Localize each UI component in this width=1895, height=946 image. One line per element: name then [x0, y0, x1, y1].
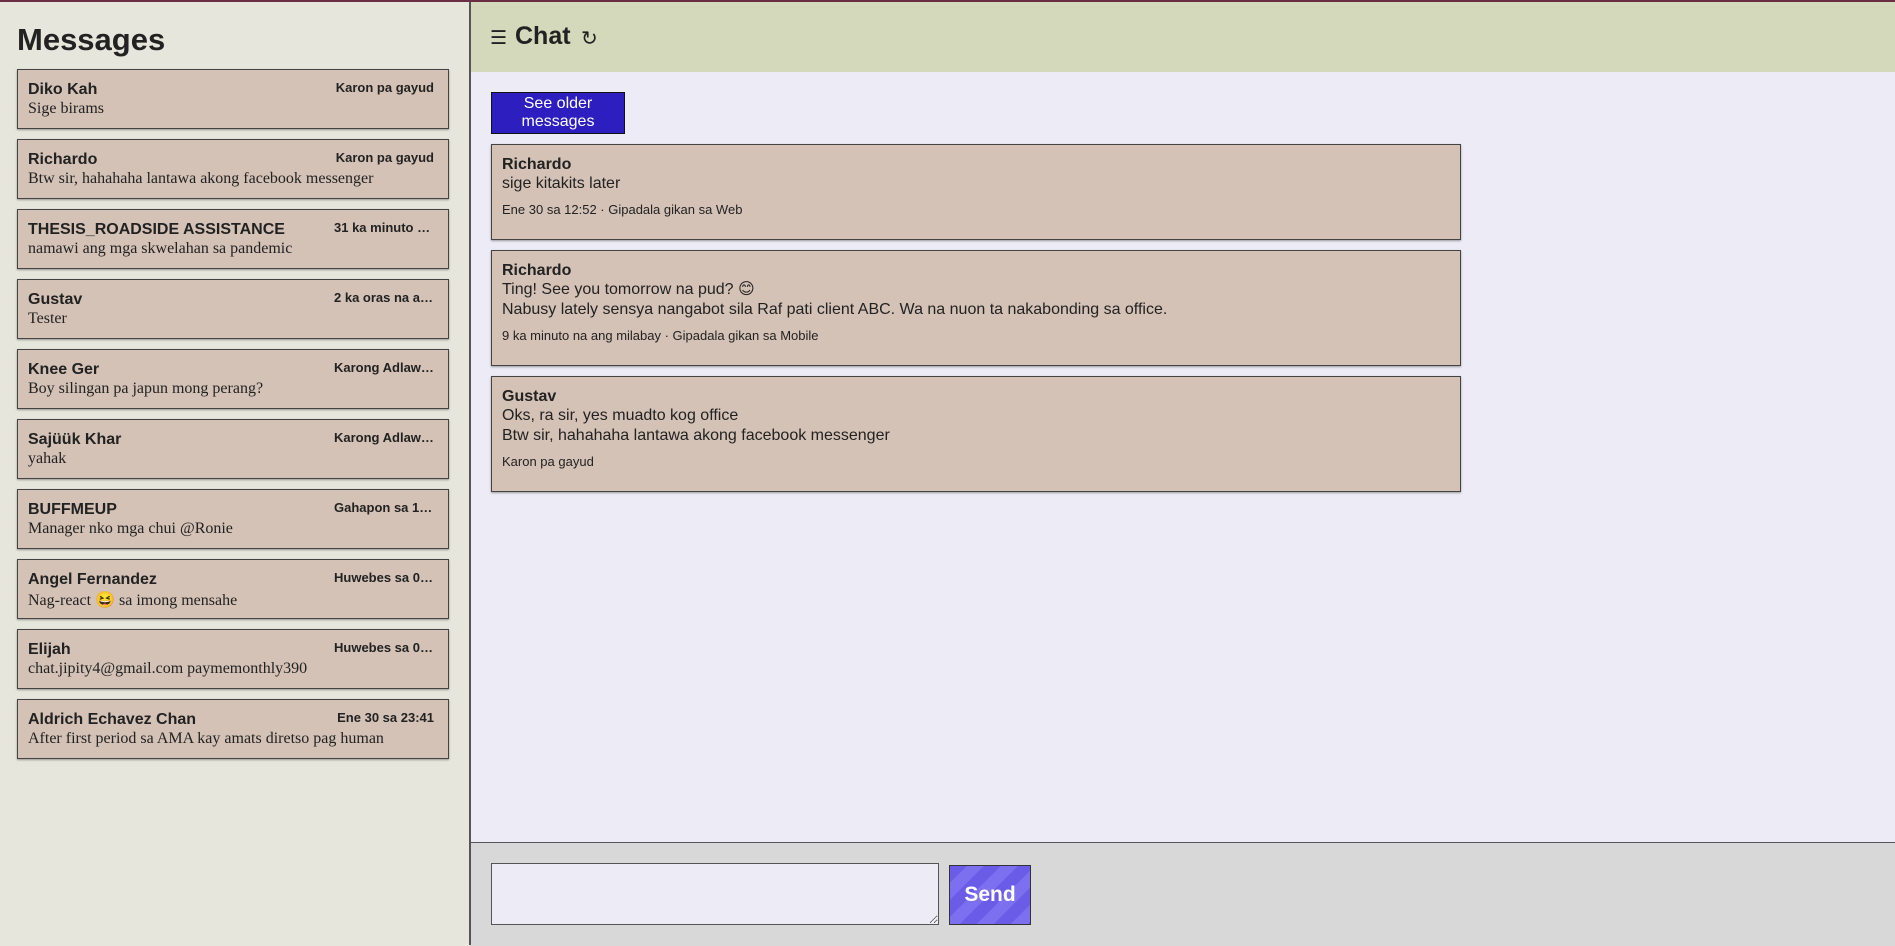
- conversation-time: 2 ka oras na ang milabay: [334, 290, 434, 305]
- conversation-preview: After first period sa AMA kay amats dire…: [28, 730, 384, 747]
- composer-bar: Send: [471, 842, 1895, 946]
- conversation-time: Huwebes sa 07:45: [334, 640, 434, 655]
- conversation-time: Karon pa gayud: [335, 150, 434, 165]
- conversation-name: THESIS_ROADSIDE ASSISTANCE: [28, 221, 285, 238]
- conversation-list: Diko Kah Karon pa gayud Sige birams Rich…: [17, 69, 449, 769]
- conversation-name: Sajüük Khar: [28, 431, 122, 448]
- conversation-preview: Sige birams: [28, 100, 104, 117]
- message-text: Nabusy lately sensya nangabot sila Raf p…: [502, 301, 1168, 318]
- conversation-name: Elijah: [28, 641, 71, 658]
- conversation-name: Diko Kah: [28, 81, 98, 98]
- message-sender: Gustav: [502, 388, 557, 405]
- conversation-item[interactable]: BUFFMEUP Gahapon sa 15:20 Manager nko mg…: [17, 489, 449, 549]
- message-meta: Karon pa gayud: [502, 454, 594, 469]
- conversation-item[interactable]: Knee Ger Karong Adlaw sa 10:02 Boy silin…: [17, 349, 449, 409]
- conversation-preview: Boy silingan pa japun mong perang?: [28, 380, 264, 397]
- conversation-name: Knee Ger: [28, 361, 100, 378]
- message-sender: Richardo: [502, 156, 572, 173]
- conversation-item[interactable]: Elijah Huwebes sa 07:45 chat.jipity4@gma…: [17, 629, 449, 689]
- message-bubble: Gustav Oks, ra sir, yes muadto kog offic…: [491, 376, 1461, 492]
- conversation-time: Karong Adlaw sa 09:15: [334, 430, 434, 445]
- conversation-time: Huwebes sa 08:11: [334, 570, 434, 585]
- conversation-name: Gustav: [28, 291, 83, 308]
- message-meta: 9 ka minuto na ang milabay · Gipadala gi…: [502, 328, 819, 343]
- conversation-time: Ene 30 sa 23:41: [337, 710, 434, 725]
- chat-header: ☰ Chat ↻: [471, 2, 1895, 72]
- chat-panel: ☰ Chat ↻ See older messages Richardo sig…: [471, 2, 1895, 946]
- conversation-time: Karon pa gayud: [335, 80, 434, 95]
- conversation-item[interactable]: Diko Kah Karon pa gayud Sige birams: [17, 69, 449, 129]
- conversation-preview: Tester: [28, 310, 67, 327]
- message-text: Ting! See you tomorrow na pud? 😊: [502, 281, 755, 298]
- chat-title: Chat: [515, 22, 571, 50]
- see-older-messages-button[interactable]: See older messages: [491, 92, 625, 134]
- conversation-preview: yahak: [28, 450, 67, 467]
- conversation-item[interactable]: Angel Fernandez Huwebes sa 08:11 Nag-rea…: [17, 559, 449, 619]
- hamburger-menu-icon[interactable]: ☰: [490, 27, 507, 50]
- conversation-item[interactable]: Aldrich Echavez Chan Ene 30 sa 23:41 Aft…: [17, 699, 449, 759]
- message-meta: Ene 30 sa 12:52 · Gipadala gikan sa Web: [502, 202, 743, 217]
- conversation-name: Richardo: [28, 151, 98, 168]
- conversation-name: BUFFMEUP: [28, 501, 117, 518]
- message-input[interactable]: [491, 863, 939, 925]
- message-text: Btw sir, hahahaha lantawa akong facebook…: [502, 427, 890, 444]
- message-text: sige kitakits later: [502, 175, 621, 192]
- sidebar-title: Messages: [17, 22, 166, 57]
- conversation-item[interactable]: Richardo Karon pa gayud Btw sir, hahahah…: [17, 139, 449, 199]
- message-bubble: Richardo sige kitakits later Ene 30 sa 1…: [491, 144, 1461, 240]
- conversation-item[interactable]: THESIS_ROADSIDE ASSISTANCE 31 ka minuto …: [17, 209, 449, 269]
- conversation-name: Aldrich Echavez Chan: [28, 711, 197, 728]
- conversation-preview: Nag-react 😆 sa imong mensahe: [28, 592, 238, 609]
- conversation-preview: Btw sir, hahahaha lantawa akong facebook…: [28, 170, 374, 187]
- send-button[interactable]: Send: [949, 865, 1031, 925]
- conversation-preview: chat.jipity4@gmail.com paymemonthly390: [28, 660, 308, 677]
- conversation-time: Gahapon sa 15:20: [334, 500, 434, 515]
- conversation-item[interactable]: Gustav 2 ka oras na ang milabay Tester: [17, 279, 449, 339]
- conversation-item[interactable]: Sajüük Khar Karong Adlaw sa 09:15 yahak: [17, 419, 449, 479]
- conversation-time: Karong Adlaw sa 10:02: [334, 360, 434, 375]
- message-bubble: Richardo Ting! See you tomorrow na pud? …: [491, 250, 1461, 366]
- conversation-preview: Manager nko mga chui @Ronie: [28, 520, 233, 537]
- message-text: Oks, ra sir, yes muadto kog office: [502, 407, 739, 424]
- refresh-icon[interactable]: ↻: [581, 26, 598, 51]
- conversation-time: 31 ka minuto na ang milabay: [334, 220, 434, 235]
- conversation-sidebar: Messages Diko Kah Karon pa gayud Sige bi…: [0, 2, 471, 945]
- message-sender: Richardo: [502, 262, 572, 279]
- conversation-preview: namawi ang mga skwelahan sa pandemic: [28, 240, 293, 257]
- conversation-name: Angel Fernandez: [28, 571, 157, 588]
